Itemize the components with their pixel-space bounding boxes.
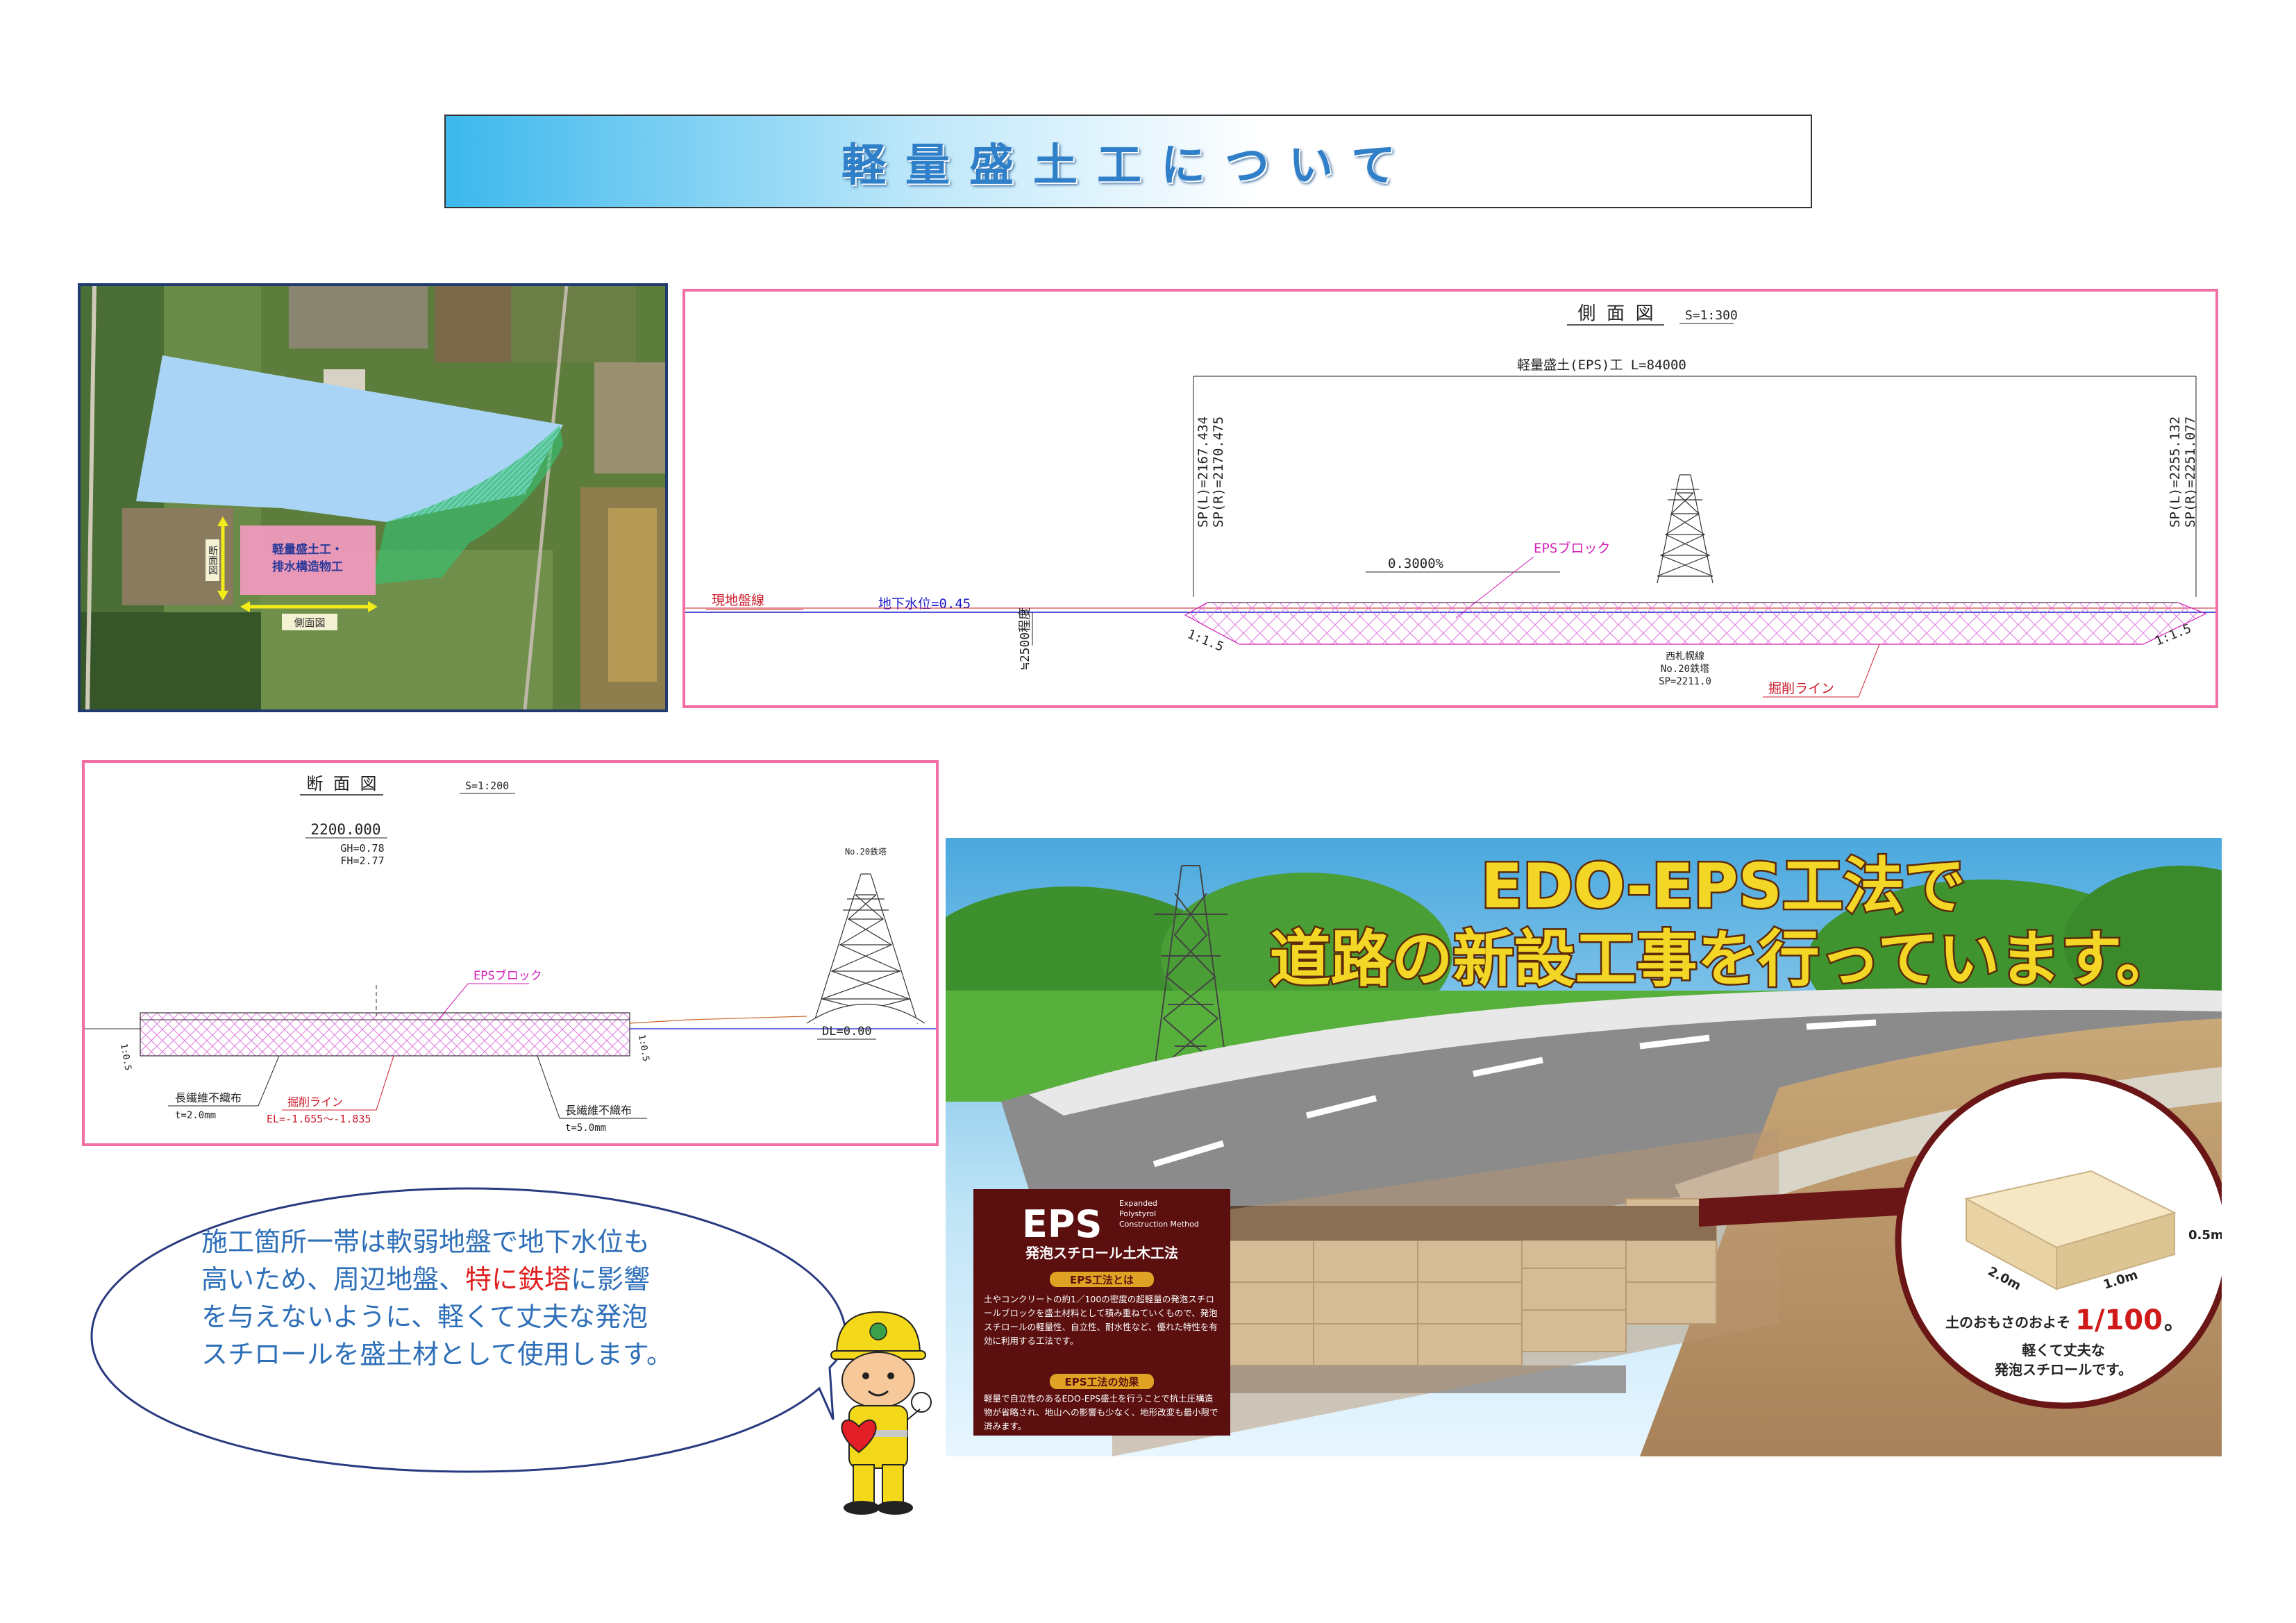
side-tower-sp: SP=2211.0 [1659, 676, 1711, 687]
aerial-side-label: 側面図 [294, 616, 325, 629]
section-tower-graphic [813, 873, 919, 1024]
speech-highlight: 特に鉄塔 [465, 1264, 571, 1295]
side-view-drawing: 側 面 図 S=1:300 軽量盛土(EPS)工 L=84000 SP(L)=2… [685, 303, 2215, 698]
side-view-panel: 側 面 図 S=1:300 軽量盛土(EPS)工 L=84000 SP(L)=2… [682, 289, 2218, 708]
poster-illustration: EDO-EPS工法で 道路の新設工事を行っています。 EPS Expanded … [946, 838, 2222, 1456]
section-dl: DL=0.00 [822, 1025, 872, 1038]
worker-mascot-graphic [830, 1311, 932, 1515]
eps-about-body: 土やコンクリートの約1／100の密度の超軽量の発泡スチロールブロックを盛土材料と… [984, 1294, 1218, 1346]
aerial-photo: 軽量盛土工・ 排水構造物工 断面図 側面図 [78, 283, 668, 712]
side-excavation: 掘削ライン [1768, 681, 1834, 696]
eps-effect-header: EPS工法の効果 [1064, 1376, 1139, 1388]
eps-dim-height: 0.5m [2188, 1228, 2222, 1243]
speech-bubble: 施工箇所一帯は軟弱地盤で地下水位も 高いため、周辺地盤、特に鉄塔に影響 を与えな… [83, 1180, 854, 1481]
eps-light-2: 発泡スチロールです。 [1994, 1361, 2132, 1378]
eps-sub-2: Polystyrol [1119, 1209, 1156, 1218]
section-view-drawing: 断 面 図 S=1:200 2200.000 GH=0.78 FH=2.77 N… [85, 774, 936, 1134]
speech-text: 施工箇所一帯は軟弱地盤で地下水位も 高いため、周辺地盤、特に鉄塔に影響 を与えな… [201, 1223, 771, 1373]
section-fh: FH=2.77 [340, 855, 384, 867]
section-title: 断 面 図 [307, 774, 377, 793]
eps-block-callout: 0.5m 2.0m 1.0m 土のおもさのおよそ 1/100 。 軽くて丈夫な … [1895, 1072, 2222, 1409]
side-eps-label: EPSブロック [1534, 540, 1610, 556]
speech-line-2-a: 高いため、周辺地盤、 [201, 1264, 466, 1295]
aerial-cross-label: 断面図 [207, 546, 218, 575]
eps-sub-1: Expanded [1119, 1199, 1157, 1208]
section-tower-label: No.20鉄塔 [845, 846, 887, 857]
side-water-level: 地下水位=0.45 [878, 596, 971, 612]
side-tower-graphic [1657, 474, 1713, 584]
side-view-scale: S=1:300 [1685, 308, 1738, 323]
eps-info-box: EPS Expanded Polystyrol Construction Met… [973, 1189, 1230, 1436]
eps-weight-post: 。 [2164, 1311, 2185, 1335]
poster-headline-2: 道路の新設工事を行っています。 [1270, 923, 2177, 995]
section-fabric-left: 長繊維不織布 [175, 1091, 242, 1104]
section-slope-right: 1:0.5 [636, 1034, 651, 1062]
eps-effect-body: 軽量で自立性のあるEDO-EPS盛土を行うことで抗土圧構造物が省略され、地山への… [984, 1393, 1218, 1431]
aerial-works-label-2: 排水構造物工 [272, 560, 343, 574]
side-view-title: 側 面 図 [1577, 303, 1653, 324]
side-sp-right-l: SP(L)=2255.132 [2168, 417, 2183, 528]
side-ground-line: 現地盤線 [712, 593, 764, 608]
eps-light-1: 軽くて丈夫な [2022, 1342, 2104, 1359]
speech-line-4: スチロールを盛土材として使用します。 [201, 1339, 673, 1370]
section-view-panel: 断 面 図 S=1:200 2200.000 GH=0.78 FH=2.77 N… [82, 760, 939, 1146]
eps-weight-pre: 土のおもさのおよそ [1945, 1314, 2070, 1331]
page-title: 軽量盛土工について [841, 140, 1416, 192]
eps-jp: 発泡スチロール土木工法 [1025, 1245, 1178, 1261]
side-view-length: 軽量盛土(EPS)工 L=84000 [1517, 358, 1686, 373]
speech-line-1: 施工箇所一帯は軟弱地盤で地下水位も [201, 1227, 651, 1257]
eps-sub-3: Construction Method [1119, 1220, 1199, 1229]
section-scale: S=1:200 [465, 780, 509, 792]
side-grade: 0.3000% [1388, 556, 1444, 571]
section-fabric-right-t: t=5.0mm [565, 1122, 606, 1134]
section-fabric-left-t: t=2.0mm [175, 1110, 216, 1121]
speech-line-2-b: に影響 [571, 1264, 651, 1295]
eps-weight-value: 1/100 [2075, 1304, 2163, 1336]
side-sp-right-r: SP(R)=2251.077 [2183, 417, 2198, 528]
speech-line-2: 高いため、周辺地盤、特に鉄塔に影響 [201, 1261, 771, 1298]
eps-about-header: EPS工法とは [1070, 1274, 1134, 1286]
side-tower-line: 西札幌線 [1666, 651, 1704, 662]
section-excavation: 掘削ライン [287, 1095, 343, 1109]
section-station: 2200.000 [310, 821, 380, 838]
eps-logo: EPS [1022, 1202, 1102, 1246]
side-tower-no: No.20鉄塔 [1661, 664, 1709, 675]
section-gh: GH=0.78 [340, 842, 384, 855]
eps-poster: EDO-EPS工法で 道路の新設工事を行っています。 EPS Expanded … [946, 838, 2222, 1456]
aerial-works-label-1: 軽量盛土工・ [272, 542, 343, 557]
aerial-map-graphic: 軽量盛土工・ 排水構造物工 断面図 側面図 [81, 286, 665, 709]
speech-line-3: を与えないように、軽くて丈夫な発泡 [201, 1302, 648, 1332]
title-banner: 軽量盛土工について [444, 115, 1812, 208]
section-slope-left: 1:0.5 [118, 1043, 133, 1071]
side-depth: ≒2500程度 [1018, 607, 1032, 670]
section-fabric-right: 長繊維不織布 [565, 1104, 632, 1117]
side-sp-left-r: SP(R)=2170.475 [1211, 417, 1226, 528]
worker-mascot [816, 1298, 941, 1523]
poster-headline-1: EDO-EPS工法で [1481, 850, 1966, 922]
side-sp-left-l: SP(L)=2167.434 [1196, 417, 1211, 528]
section-eps-label: EPSブロック [474, 968, 542, 983]
section-el: EL=-1.655〜-1.835 [267, 1113, 371, 1125]
